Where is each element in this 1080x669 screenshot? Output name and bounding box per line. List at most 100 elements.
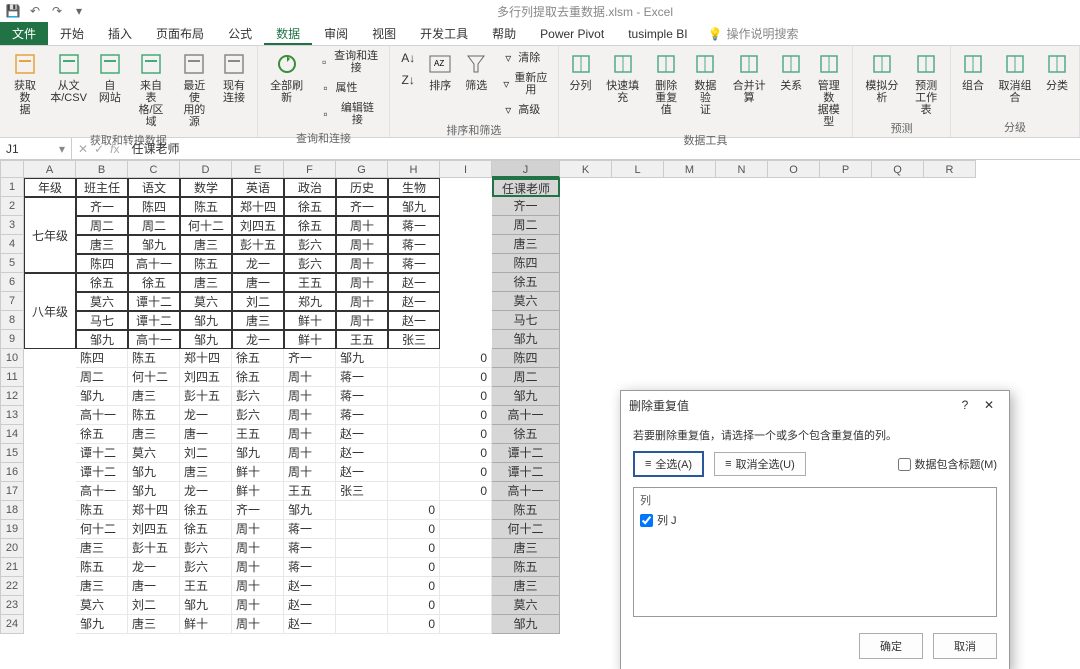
tab-help[interactable]: 帮助: [480, 22, 528, 45]
cell[interactable]: [440, 520, 492, 539]
ribbon-button[interactable]: ▫编辑链接: [314, 100, 384, 128]
cell[interactable]: 陈四: [76, 349, 128, 368]
list-item[interactable]: 列 J: [640, 512, 990, 528]
cell[interactable]: 陈四: [76, 254, 128, 273]
row-header[interactable]: 21: [0, 558, 24, 577]
cell[interactable]: [388, 387, 440, 406]
cell[interactable]: 齐一: [492, 197, 560, 216]
cell[interactable]: 周十: [232, 520, 284, 539]
ribbon-button[interactable]: 删除重复值: [649, 48, 684, 118]
cell[interactable]: 刘二: [232, 292, 284, 311]
cell[interactable]: 彭十五: [232, 235, 284, 254]
cell[interactable]: [388, 406, 440, 425]
cell[interactable]: 数学: [180, 178, 232, 197]
cell[interactable]: 0: [388, 596, 440, 615]
cell[interactable]: 蒋一: [336, 368, 388, 387]
cell[interactable]: 周十: [336, 273, 388, 292]
sort-desc-button[interactable]: Z↓: [396, 70, 420, 90]
cell[interactable]: [388, 482, 440, 501]
cell[interactable]: 蒋一: [284, 520, 336, 539]
cell[interactable]: 赵一: [336, 463, 388, 482]
cell[interactable]: 0: [440, 349, 492, 368]
ribbon-button[interactable]: ▫属性: [314, 78, 384, 98]
undo-icon[interactable]: ↶: [26, 2, 44, 20]
sort-button[interactable]: AZ 排序: [424, 48, 456, 94]
cell[interactable]: 唐三: [76, 235, 128, 254]
cell[interactable]: 唐三: [232, 311, 284, 330]
cell[interactable]: 彭六: [284, 254, 336, 273]
cell[interactable]: 0: [440, 425, 492, 444]
cell[interactable]: [388, 425, 440, 444]
cell[interactable]: 高十一: [128, 254, 180, 273]
cell[interactable]: 蒋一: [388, 254, 440, 273]
cell[interactable]: 0: [440, 444, 492, 463]
cell[interactable]: 刘四五: [232, 216, 284, 235]
cell[interactable]: 唐三: [128, 387, 180, 406]
cell[interactable]: 赵一: [388, 273, 440, 292]
cell[interactable]: 马七: [492, 311, 560, 330]
cell[interactable]: 唐三: [76, 539, 128, 558]
cell[interactable]: 郑九: [284, 292, 336, 311]
cell[interactable]: 唐三: [180, 235, 232, 254]
cell[interactable]: 莫六: [128, 444, 180, 463]
cell[interactable]: 邹九: [128, 463, 180, 482]
col-header[interactable]: K: [560, 160, 612, 178]
cell[interactable]: 0: [440, 406, 492, 425]
ribbon-button[interactable]: ▿清除: [496, 48, 551, 68]
row-header[interactable]: 3: [0, 216, 24, 235]
cell[interactable]: 0: [388, 577, 440, 596]
cell[interactable]: 鲜十: [180, 615, 232, 634]
ok-button[interactable]: 确定: [859, 633, 923, 659]
cell[interactable]: [440, 615, 492, 634]
cell[interactable]: 陈五: [128, 406, 180, 425]
row-header[interactable]: 2: [0, 197, 24, 216]
tab-dev[interactable]: 开发工具: [408, 22, 480, 45]
cell[interactable]: 邹九: [128, 235, 180, 254]
cell[interactable]: 任课老师: [492, 178, 560, 197]
row-header[interactable]: 17: [0, 482, 24, 501]
deselect-all-button[interactable]: ≡ 取消全选(U): [714, 452, 806, 476]
ribbon-button[interactable]: 分列: [565, 48, 597, 94]
cell[interactable]: 英语: [232, 178, 284, 197]
col-header[interactable]: R: [924, 160, 976, 178]
col-header[interactable]: N: [716, 160, 768, 178]
cell[interactable]: 谭十二: [76, 444, 128, 463]
cell[interactable]: 谭十二: [128, 292, 180, 311]
cell[interactable]: 龙一: [180, 482, 232, 501]
cell[interactable]: 莫六: [76, 292, 128, 311]
cell[interactable]: 马七: [76, 311, 128, 330]
cell[interactable]: 徐五: [180, 520, 232, 539]
cell[interactable]: 鲜十: [284, 311, 336, 330]
select-all-corner[interactable]: [0, 160, 24, 178]
cell[interactable]: 0: [388, 520, 440, 539]
cell[interactable]: 莫六: [492, 292, 560, 311]
cell[interactable]: 何十二: [128, 368, 180, 387]
row-header[interactable]: 9: [0, 330, 24, 349]
row-header[interactable]: 12: [0, 387, 24, 406]
cell[interactable]: 齐一: [76, 197, 128, 216]
cell[interactable]: 班主任: [76, 178, 128, 197]
cell[interactable]: [336, 558, 388, 577]
ribbon-button[interactable]: 快速填充: [601, 48, 645, 106]
col-header[interactable]: I: [440, 160, 492, 178]
row-header[interactable]: 23: [0, 596, 24, 615]
cell[interactable]: 郑十四: [232, 197, 284, 216]
cell[interactable]: 彭十五: [128, 539, 180, 558]
cell[interactable]: 王五: [336, 330, 388, 349]
cell[interactable]: 王五: [180, 577, 232, 596]
ribbon-button[interactable]: ▫查询和连接: [314, 48, 384, 76]
ribbon-button[interactable]: 数据验证: [688, 48, 723, 118]
cell[interactable]: 0: [440, 463, 492, 482]
cell[interactable]: 何十二: [492, 520, 560, 539]
enter-icon[interactable]: ✓: [94, 142, 104, 156]
cell[interactable]: 邹九: [492, 330, 560, 349]
cell[interactable]: 彭十五: [180, 387, 232, 406]
cell[interactable]: 0: [388, 615, 440, 634]
cell[interactable]: 邹九: [284, 501, 336, 520]
cell[interactable]: 何十二: [180, 216, 232, 235]
cell[interactable]: 周二: [492, 216, 560, 235]
cell[interactable]: 唐一: [232, 273, 284, 292]
cell[interactable]: 齐一: [284, 349, 336, 368]
cell[interactable]: 龙一: [232, 254, 284, 273]
cell[interactable]: 陈四: [128, 197, 180, 216]
